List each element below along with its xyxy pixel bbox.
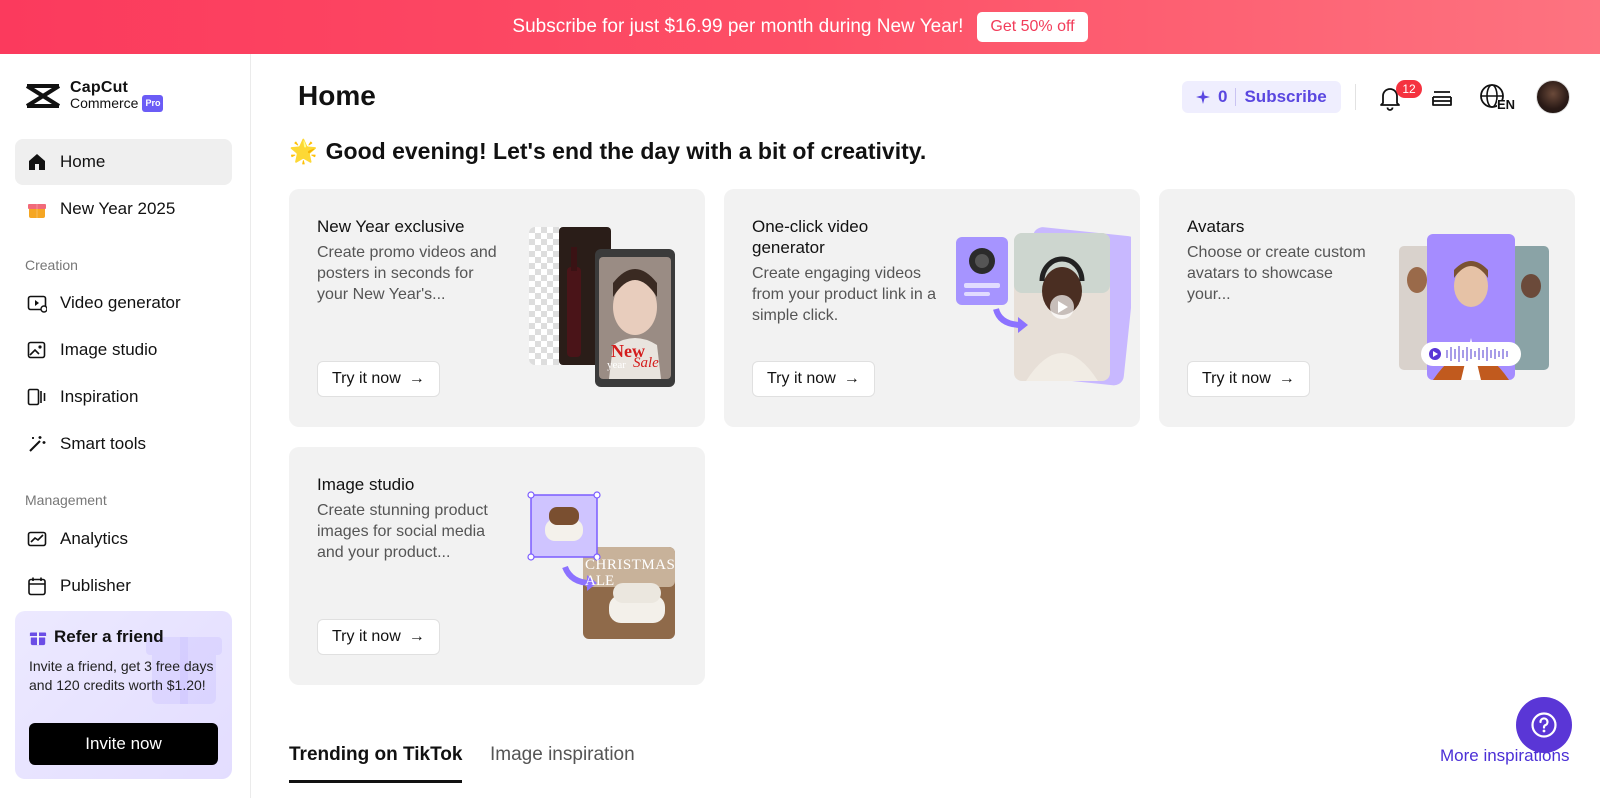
sidebar-item-label: Analytics [60, 529, 129, 548]
art-christmas-text: CHRISTMAS [585, 557, 676, 573]
notification-count-badge: 12 [1396, 80, 1422, 98]
avatars-art [1399, 234, 1549, 384]
sidebar-item-video-generator[interactable]: Video generator [15, 280, 232, 326]
sidebar-item-label: Smart tools [60, 434, 146, 453]
inspiration-icon [26, 386, 48, 408]
tab-active-underline [289, 780, 462, 783]
help-button[interactable] [1516, 697, 1572, 753]
card-description: Create engaging videos from your product… [752, 265, 937, 324]
button-label: Try it now [767, 370, 836, 387]
get-discount-button[interactable]: Get 50% off [977, 12, 1088, 42]
arrow-right-icon: → [408, 370, 425, 387]
image-edit-icon [26, 339, 48, 361]
user-avatar[interactable] [1536, 80, 1570, 114]
credits-subscribe-pill[interactable]: 0 Subscribe [1182, 81, 1341, 113]
gift-icon [26, 198, 48, 220]
refer-title: Refer a friend [54, 627, 164, 646]
sidebar-item-publisher[interactable]: Publisher [15, 563, 232, 609]
try-it-now-button[interactable]: Try it now → [752, 361, 875, 397]
button-label: Try it now [332, 628, 401, 645]
refer-friend-card: Refer a friend Invite a friend, get 3 fr… [15, 611, 232, 779]
greeting: 🌟 Good evening! Let's end the day with a… [289, 138, 926, 165]
card-title: New Year exclusive [317, 217, 465, 236]
art-sale-text: Sale [633, 355, 659, 371]
refer-description: Invite a friend, get 3 free days and 120… [29, 658, 214, 693]
sidebar-item-label: Inspiration [60, 387, 139, 406]
sidebar: CapCut Commerce Pro Home New Year 2025 Cr… [0, 54, 251, 798]
sidebar-item-label: Video generator [60, 293, 181, 312]
card-title: One-click video generator [752, 217, 869, 257]
globe-language-icon[interactable]: EN [1478, 82, 1516, 114]
button-label: Try it now [1202, 370, 1271, 387]
image-studio-art: CHRISTMAS ALE [527, 491, 687, 641]
try-it-now-button[interactable]: Try it now → [1187, 361, 1310, 397]
credits-value: 0 [1218, 87, 1228, 106]
sidebar-item-label: New Year 2025 [60, 199, 176, 218]
greeting-text: Good evening! Let's end the day with a b… [325, 138, 927, 164]
card-image-studio[interactable]: Image studio Create stunning product ima… [289, 447, 705, 685]
promo-banner: Subscribe for just $16.99 per month duri… [0, 0, 1600, 54]
section-header-creation: Creation [25, 257, 78, 273]
sidebar-item-inspiration[interactable]: Inspiration [15, 374, 232, 420]
capcut-commerce-logo[interactable]: CapCut Commerce Pro [24, 79, 164, 112]
arrow-right-icon: → [843, 370, 860, 387]
art-sale-text: ALE [585, 573, 615, 589]
star-emoji-icon: 🌟 [289, 138, 318, 164]
logo-line1: CapCut [70, 79, 129, 96]
arrow-right-icon: → [408, 628, 425, 645]
promo-text: Subscribe for just $16.99 per month duri… [512, 16, 964, 37]
try-it-now-button[interactable]: Try it now → [317, 361, 440, 397]
tab-image-inspiration[interactable]: Image inspiration [490, 744, 635, 766]
sidebar-item-image-studio[interactable]: Image studio [15, 327, 232, 373]
capcut-logo-icon [25, 84, 61, 108]
art-year-text: year [607, 359, 626, 371]
gift-icon [29, 632, 47, 646]
stack-icon[interactable] [1426, 82, 1458, 114]
sparkle-icon [1196, 90, 1210, 104]
section-header-management: Management [25, 492, 107, 508]
help-icon [1531, 712, 1557, 738]
home-icon [26, 151, 48, 173]
video-add-icon [26, 292, 48, 314]
arrow-right-icon: → [1278, 370, 1295, 387]
tab-trending-on-tiktok[interactable]: Trending on TikTok [289, 744, 462, 766]
page-title: Home [298, 80, 376, 111]
try-it-now-button[interactable]: Try it now → [317, 619, 440, 655]
card-title: Avatars [1187, 217, 1245, 236]
sidebar-item-new-year-2025[interactable]: New Year 2025 [15, 186, 232, 232]
language-code: EN [1497, 97, 1516, 112]
sidebar-item-analytics[interactable]: Analytics [15, 516, 232, 562]
analytics-icon [26, 528, 48, 550]
card-description: Choose or create custom avatars to showc… [1187, 244, 1366, 303]
logo-line2: Commerce [70, 95, 139, 111]
sidebar-item-label: Image studio [60, 340, 158, 359]
button-label: Try it now [332, 370, 401, 387]
invite-now-button[interactable]: Invite now [29, 723, 218, 765]
video-generator-art [956, 225, 1138, 390]
header-divider [1355, 84, 1356, 110]
subscribe-button[interactable]: Subscribe [1244, 87, 1326, 107]
new-year-art: New year Sale [529, 227, 679, 387]
calendar-icon [26, 575, 48, 597]
magic-wand-icon [26, 433, 48, 455]
card-avatars[interactable]: Avatars Choose or create custom avatars … [1159, 189, 1575, 427]
card-one-click-video-generator[interactable]: One-click video generator Create engagin… [724, 189, 1140, 427]
sidebar-item-smart-tools[interactable]: Smart tools [15, 421, 232, 467]
sidebar-item-label: Publisher [60, 576, 131, 595]
card-new-year-exclusive[interactable]: New Year exclusive Create promo videos a… [289, 189, 705, 427]
sidebar-item-home[interactable]: Home [15, 139, 232, 185]
card-description: Create promo videos and posters in secon… [317, 244, 497, 303]
card-title: Image studio [317, 475, 415, 494]
pro-badge: Pro [142, 95, 164, 112]
card-description: Create stunning product images for socia… [317, 502, 488, 561]
sidebar-item-label: Home [60, 152, 106, 171]
